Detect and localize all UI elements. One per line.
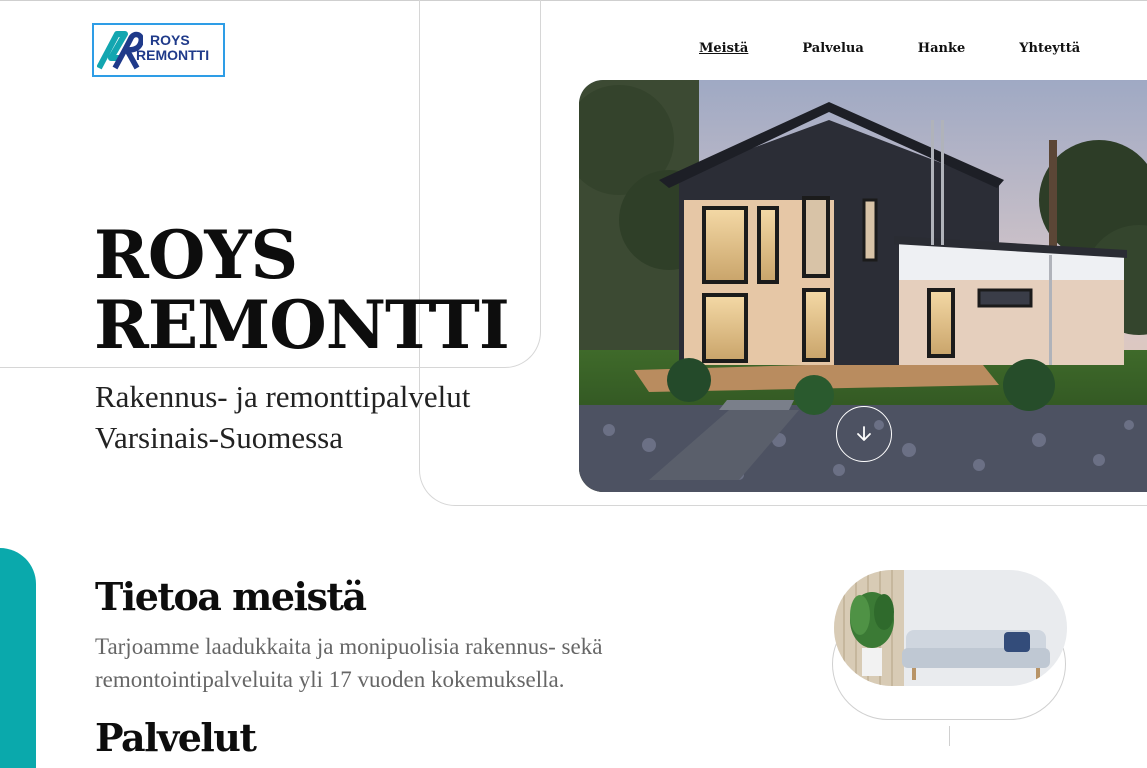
logo-wordmark: ROYS REMONTTI — [136, 32, 209, 63]
arrow-down-icon — [857, 426, 871, 441]
services-title: Palvelut — [95, 715, 257, 760]
nav-item-meista[interactable]: Meistä — [699, 41, 748, 56]
sofa-image — [834, 570, 1067, 686]
teal-accent-block — [0, 548, 36, 768]
hero-title: ROYS REMONTTI — [94, 220, 510, 360]
hero-title-line2: REMONTTI — [94, 286, 510, 364]
divider-line — [949, 726, 950, 746]
scroll-down-button[interactable] — [836, 406, 892, 462]
logo-line2: REMONTTI — [136, 47, 210, 63]
about-text-line1: Tarjoamme laadukkaita ja monipuolisia ra… — [95, 634, 603, 659]
hero-subtitle-line2: Varsinais-Suomessa — [95, 420, 343, 455]
about-title: Tietoa meistä — [95, 574, 367, 619]
logo-line1: ROYS — [150, 32, 190, 48]
hero-subtitle-line1: Rakennus- ja remonttipalvelut — [95, 379, 471, 414]
nav-item-hanke[interactable]: Hanke — [918, 41, 965, 56]
about-text: Tarjoamme laadukkaita ja monipuolisia ra… — [95, 630, 715, 696]
main-nav: Meistä Palvelua Hanke Yhteyttä — [699, 41, 1134, 56]
hero-subtitle: Rakennus- ja remonttipalvelut Varsinais-… — [95, 376, 470, 458]
nav-item-yhteytta[interactable]: Yhteyttä — [1019, 41, 1080, 56]
about-text-line2: remontointipalveluita yli 17 vuoden koke… — [95, 667, 565, 692]
nav-item-palvelua[interactable]: Palvelua — [802, 41, 863, 56]
site-logo[interactable]: ROYS REMONTTI — [92, 23, 225, 77]
hero-title-line1: ROYS — [94, 216, 298, 294]
